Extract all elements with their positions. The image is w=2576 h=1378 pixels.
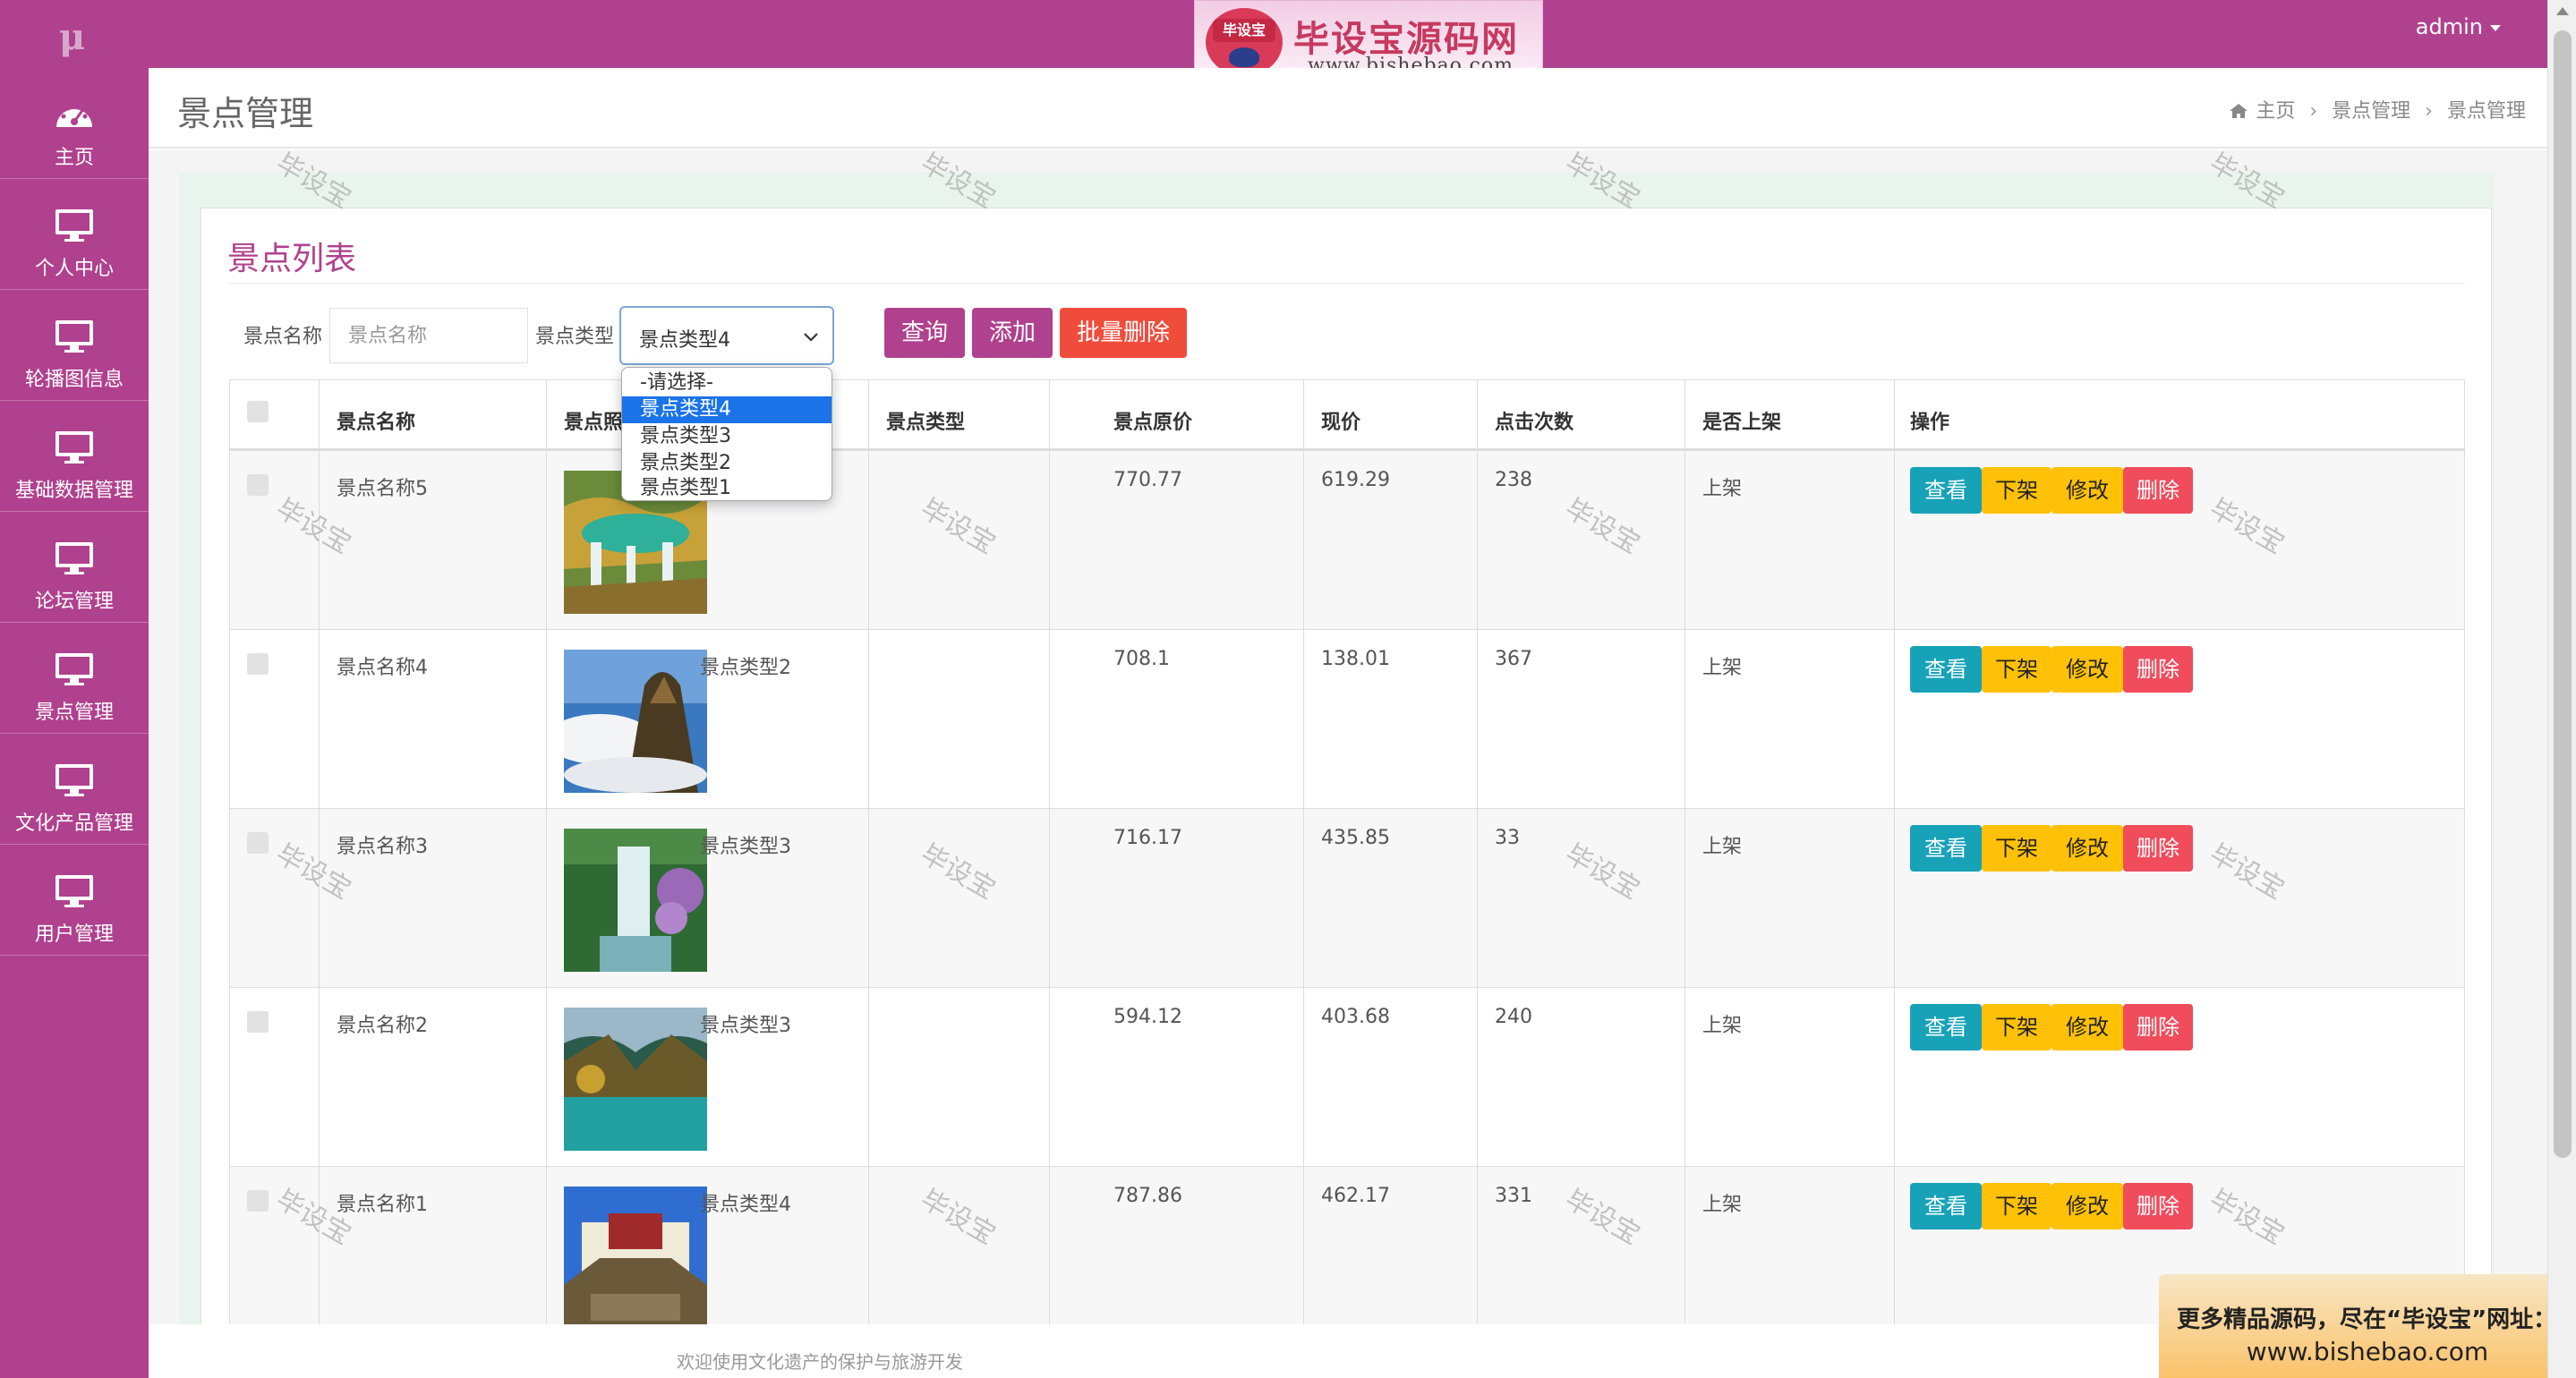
sidebar-item-label: 用户管理 bbox=[34, 923, 114, 946]
column-divider bbox=[1894, 379, 1895, 1328]
column-divider bbox=[868, 379, 869, 1328]
breadcrumb-separator-icon: › bbox=[2425, 100, 2433, 123]
type-select-value: 景点类型4 bbox=[639, 329, 730, 352]
brand-badge-text: 毕设宝 bbox=[1213, 19, 1275, 42]
monitor-icon bbox=[55, 875, 93, 907]
monitor-icon bbox=[55, 653, 93, 685]
vertical-scrollbar[interactable] bbox=[2547, 0, 2576, 1378]
scrollbar-thumb[interactable] bbox=[2554, 30, 2572, 1158]
chevron-down-icon bbox=[804, 333, 818, 342]
add-button[interactable]: 添加 bbox=[972, 308, 1053, 358]
promo-banner[interactable]: 更多精品源码，尽在“毕设宝”网址： www.bishebao.com bbox=[2159, 1274, 2576, 1378]
breadcrumb-current: 景点管理 bbox=[2446, 100, 2526, 123]
footer-text: 欢迎使用文化遗产的保护与旅游开发 bbox=[677, 1351, 963, 1373]
type-select[interactable]: 景点类型4 bbox=[619, 306, 834, 365]
sidebar-item-users[interactable]: 用户管理 bbox=[0, 845, 149, 956]
sidebar-item-label: 论坛管理 bbox=[34, 591, 114, 613]
sidebar: 主页 个人中心 轮播图信息 基础数据管理 论坛管理 景点管理 文化产品管理 用户… bbox=[0, 68, 149, 1378]
breadcrumb-item[interactable]: 景点管理 bbox=[2332, 100, 2410, 123]
sidebar-item-home[interactable]: 主页 bbox=[0, 68, 149, 179]
type-option-selected[interactable]: 景点类型4 bbox=[622, 396, 832, 423]
type-label: 景点类型 bbox=[535, 326, 615, 348]
monitor-icon bbox=[55, 320, 93, 353]
sidebar-item-label: 主页 bbox=[54, 147, 94, 169]
column-divider bbox=[546, 379, 547, 1328]
type-option[interactable]: 景点类型2 bbox=[622, 450, 832, 477]
batch-delete-button[interactable]: 批量删除 bbox=[1060, 308, 1187, 358]
scroll-up-arrow-icon[interactable] bbox=[2556, 7, 2569, 15]
card-title: 景点列表 bbox=[227, 241, 357, 277]
sidebar-item-forum[interactable]: 论坛管理 bbox=[0, 512, 149, 623]
page-title: 景点管理 bbox=[177, 94, 314, 133]
type-select-dropdown: -请选择- 景点类型4 景点类型3 景点类型2 景点类型1 bbox=[621, 367, 832, 501]
promo-url: www.bishebao.com bbox=[2246, 1337, 2489, 1366]
dashboard-icon bbox=[56, 103, 92, 127]
name-search-input[interactable] bbox=[329, 308, 528, 363]
username: admin bbox=[2415, 14, 2483, 39]
monitor-icon bbox=[55, 764, 93, 796]
sidebar-item-basic-data[interactable]: 基础数据管理 bbox=[0, 401, 149, 512]
sidebar-item-label: 基础数据管理 bbox=[14, 480, 133, 502]
breadcrumb-separator-icon: › bbox=[2309, 100, 2318, 123]
brand-banner: 毕设宝 毕设宝源码网 www.bishebao.com bbox=[1194, 0, 1543, 77]
page-header: 景点管理 主页 › 景点管理 › 景点管理 bbox=[149, 68, 2547, 149]
sidebar-item-culture-products[interactable]: 文化产品管理 bbox=[0, 734, 149, 845]
query-button[interactable]: 查询 bbox=[884, 308, 965, 358]
divider bbox=[227, 283, 2465, 284]
sidebar-item-label: 个人中心 bbox=[34, 258, 114, 280]
sidebar-item-label: 轮播图信息 bbox=[24, 369, 124, 391]
app-logo[interactable]: μ bbox=[59, 16, 85, 58]
type-option[interactable]: 景点类型3 bbox=[622, 423, 832, 450]
column-divider bbox=[1477, 379, 1478, 1328]
user-menu[interactable]: admin bbox=[2416, 14, 2501, 39]
sidebar-item-scenic[interactable]: 景点管理 bbox=[0, 623, 149, 734]
sidebar-item-label: 景点管理 bbox=[34, 702, 114, 724]
brand-logo-icon: 毕设宝 bbox=[1206, 8, 1283, 76]
breadcrumb-home[interactable]: 主页 bbox=[2256, 100, 2295, 123]
caret-down-icon bbox=[2490, 24, 2501, 31]
monitor-icon bbox=[55, 431, 93, 464]
type-option[interactable]: -请选择- bbox=[622, 370, 832, 396]
monitor-icon bbox=[55, 209, 93, 242]
column-divider bbox=[1303, 379, 1304, 1328]
promo-text: 更多精品源码，尽在“毕设宝”网址： bbox=[2177, 1306, 2557, 1333]
name-label: 景点名称 bbox=[243, 326, 323, 348]
sidebar-item-label: 文化产品管理 bbox=[14, 812, 133, 835]
monitor-icon bbox=[55, 542, 93, 574]
sidebar-item-carousel[interactable]: 轮播图信息 bbox=[0, 290, 149, 401]
type-option[interactable]: 景点类型1 bbox=[622, 475, 832, 500]
scenic-table bbox=[229, 379, 2465, 1328]
home-icon bbox=[2230, 104, 2248, 118]
breadcrumb: 主页 › 景点管理 › 景点管理 bbox=[2229, 95, 2526, 123]
column-divider bbox=[1049, 379, 1050, 1328]
sidebar-item-profile[interactable]: 个人中心 bbox=[0, 179, 149, 290]
